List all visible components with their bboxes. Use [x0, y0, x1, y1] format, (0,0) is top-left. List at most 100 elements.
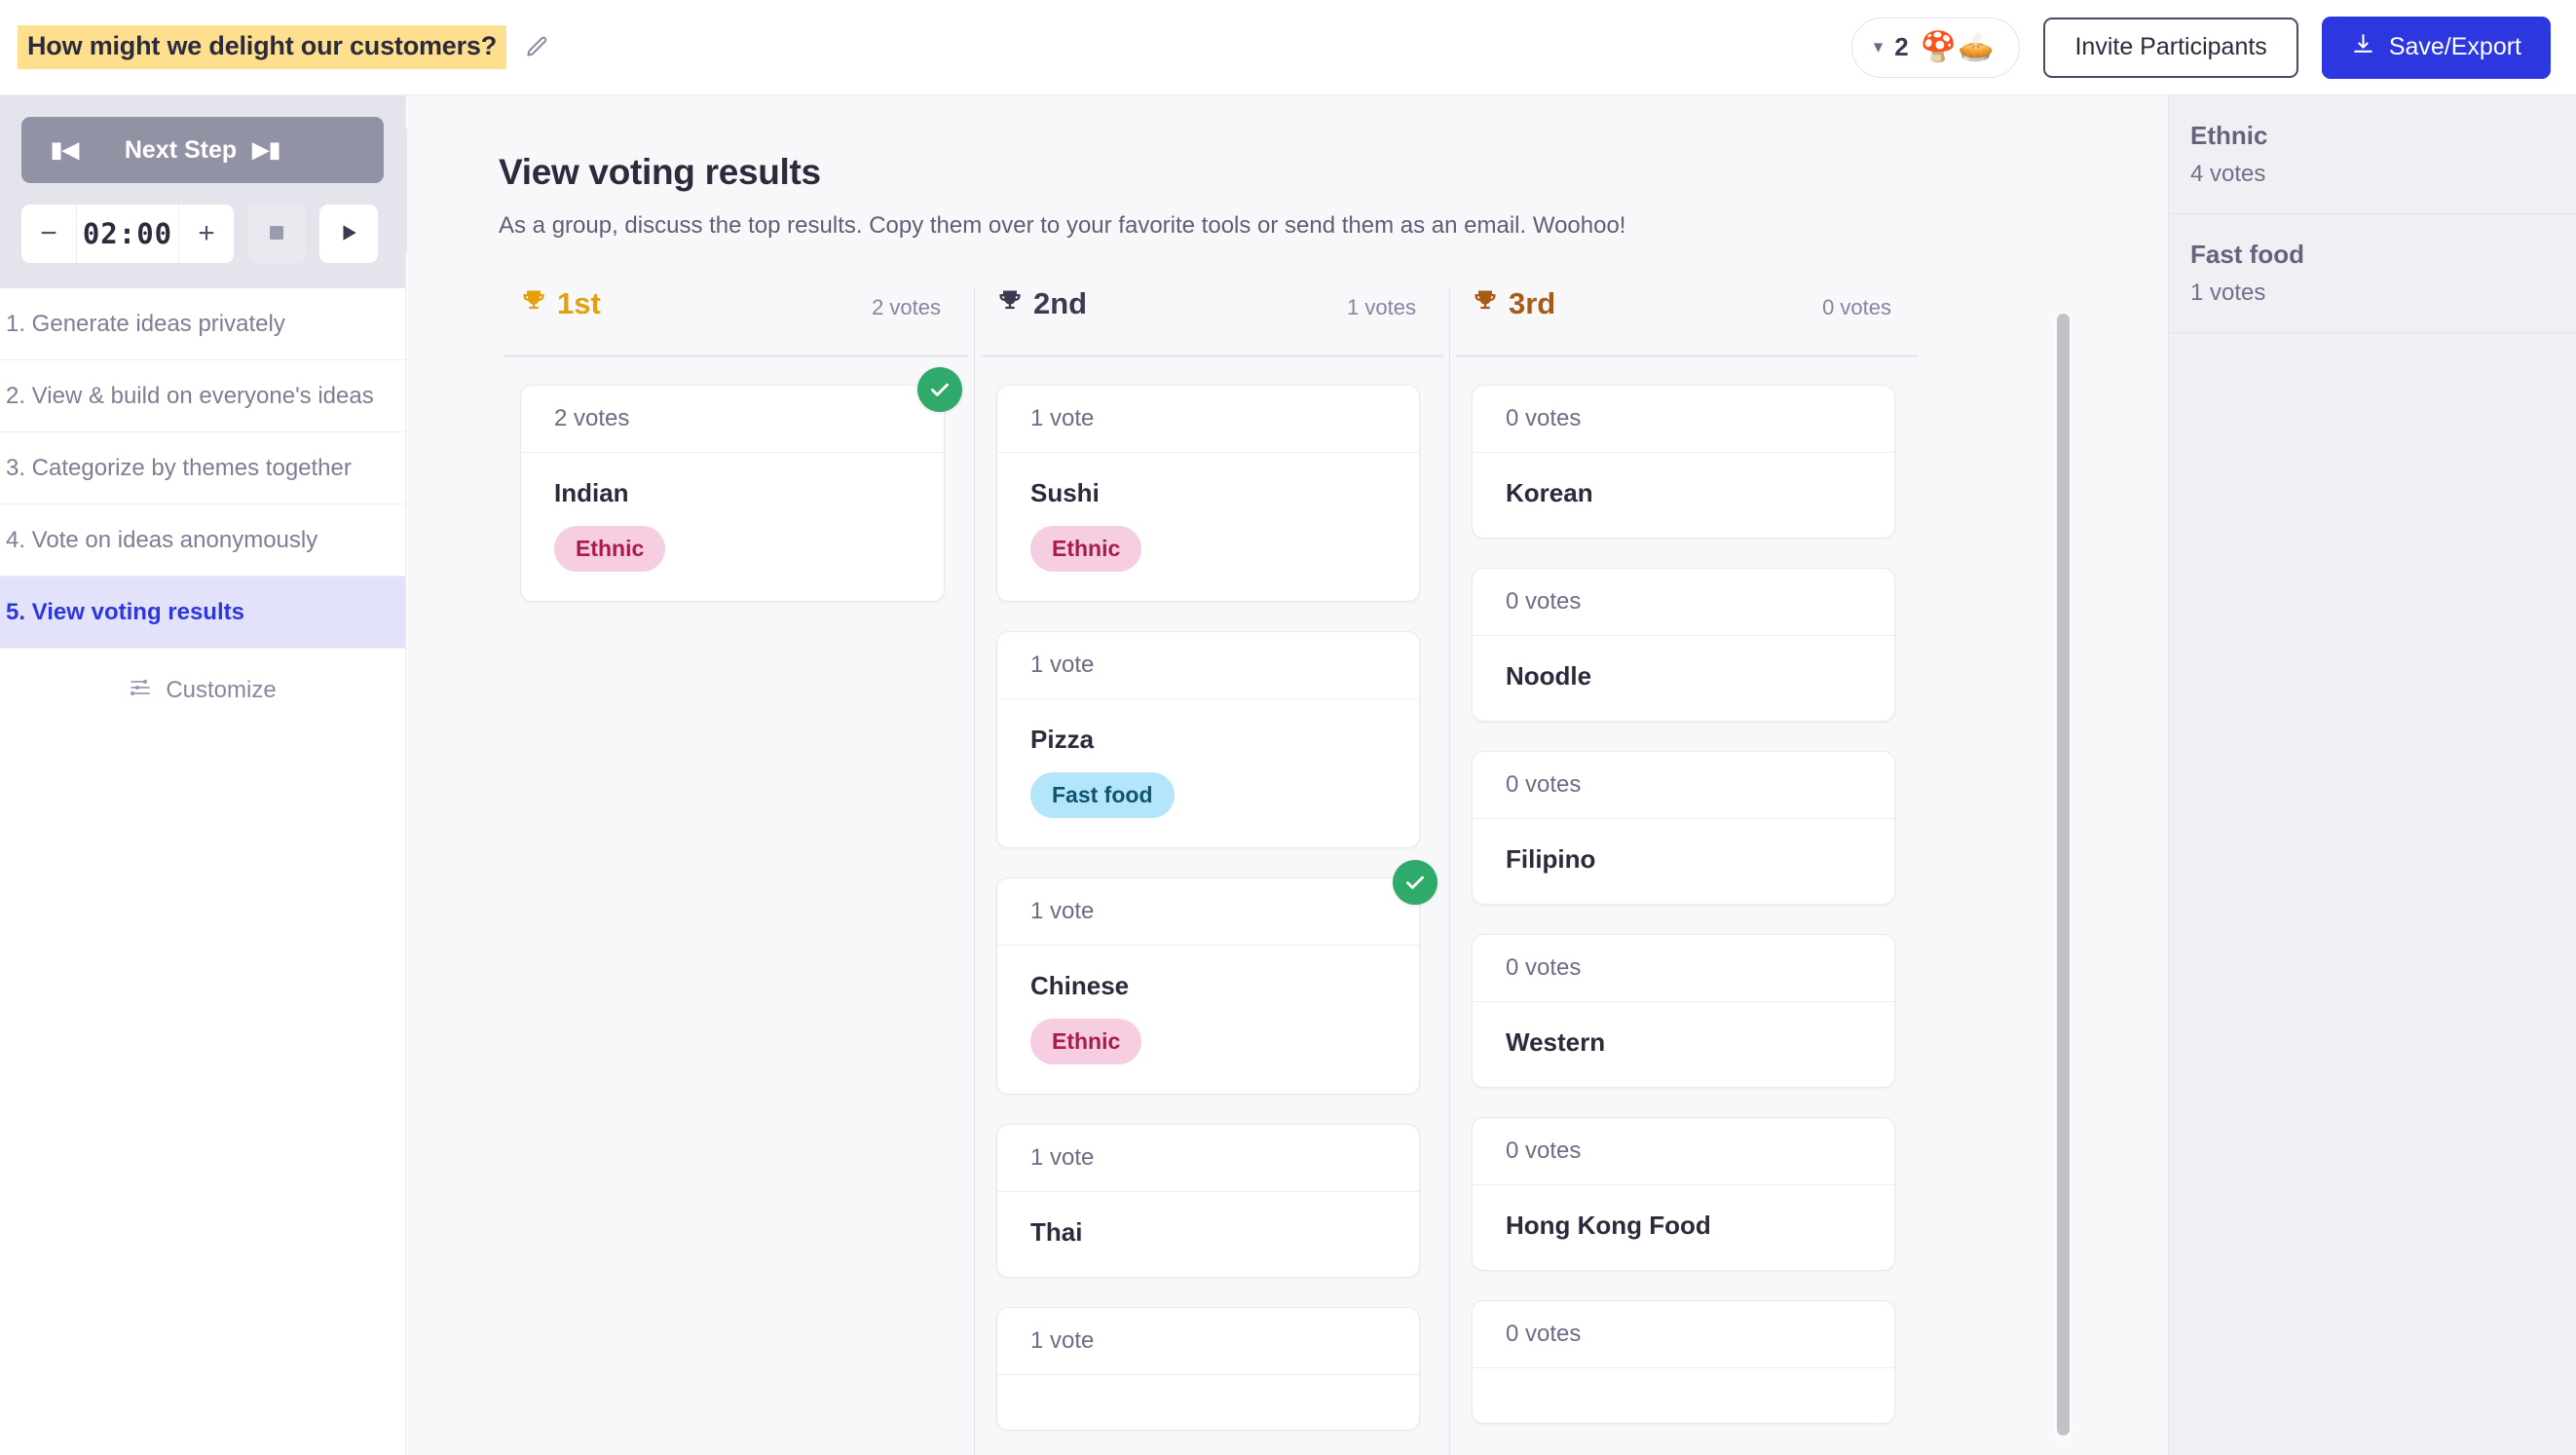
card-tag: Ethnic	[1030, 526, 1142, 572]
skip-previous-icon[interactable]: ▮◀	[51, 137, 79, 163]
play-icon	[338, 222, 359, 246]
card-body: Noodle	[1473, 636, 1894, 721]
timer-decrease-button[interactable]: −	[21, 205, 76, 263]
card-vote-count: 0 votes	[1473, 752, 1894, 819]
idea-card-wrapper: 1 vote	[996, 1307, 1420, 1431]
card-vote-count: 1 vote	[997, 878, 1419, 946]
column-header: 1st 2 votes	[499, 286, 974, 341]
avatar-group: 🍄 🥧	[1920, 30, 1995, 63]
idea-card-wrapper: 1 vote Sushi Ethnic	[996, 385, 1420, 602]
column-vote-count: 0 votes	[1822, 294, 1891, 319]
idea-card[interactable]: 2 votes Indian Ethnic	[520, 385, 945, 602]
card-title: Indian	[554, 478, 629, 507]
main-page-title: View voting results	[499, 152, 821, 192]
card-vote-count: 0 votes	[1473, 386, 1894, 453]
sidebar-item-step-1[interactable]: 1. Generate ideas privately	[0, 288, 405, 360]
main-page-subtitle: As a group, discuss the top results. Cop…	[499, 212, 1626, 239]
main-header: View voting results As a group, discuss …	[407, 95, 2168, 240]
sidebar-item-step-3[interactable]: 3. Categorize by themes together	[0, 432, 405, 504]
idea-card-wrapper: 0 votes Filipino	[1472, 751, 1895, 905]
step-list: 1. Generate ideas privately 2. View & bu…	[0, 288, 405, 649]
idea-card[interactable]: 1 vote Chinese Ethnic	[996, 877, 1420, 1095]
card-body: Indian Ethnic	[521, 453, 944, 601]
sidebar-item-step-4[interactable]: 4. Vote on ideas anonymously	[0, 504, 405, 577]
card-tag: Ethnic	[554, 526, 666, 572]
left-sidebar: ▮◀ Next Step ▶▮ − 02:00 + 1. Generate id…	[0, 95, 406, 1455]
idea-card[interactable]: 0 votes	[1472, 1300, 1895, 1424]
avatar: 🍄	[1920, 30, 1958, 63]
results-column: 1st 2 votes 2 votes Indian Ethnic	[499, 286, 974, 1455]
card-vote-count: 1 vote	[997, 1125, 1419, 1192]
sidebar-item-step-2[interactable]: 2. View & build on everyone's ideas	[0, 360, 405, 432]
timer-controls: − 02:00 +	[21, 205, 384, 263]
save-export-button[interactable]: Save/Export	[2321, 16, 2551, 79]
trophy-icon	[520, 287, 547, 321]
theme-name: Fast food	[2190, 240, 2304, 269]
next-step-button[interactable]: ▮◀ Next Step ▶▮	[21, 117, 384, 183]
idea-card[interactable]: 1 vote Thai	[996, 1124, 1420, 1278]
vertical-scrollbar[interactable]	[2054, 312, 2072, 1441]
timer-stop-button[interactable]	[247, 205, 306, 263]
theme-row[interactable]: Ethnic 4 votes	[2169, 95, 2576, 214]
idea-card-wrapper: 0 votes	[1472, 1300, 1895, 1424]
document-title-group: How might we delight our customers?	[18, 25, 549, 69]
rank-label: 2nd	[996, 286, 1087, 321]
top-bar: How might we delight our customers? ▾ 2 …	[0, 0, 2576, 95]
card-body: Thai	[997, 1192, 1419, 1277]
results-column: 2nd 1 votes 1 vote Sushi Ethnic 1 vote Pizza Fa…	[974, 286, 1449, 1455]
card-tag: Fast food	[1030, 772, 1175, 818]
card-list: 2 votes Indian Ethnic	[499, 357, 974, 602]
card-vote-count: 1 vote	[997, 632, 1419, 699]
sidebar-controls: ▮◀ Next Step ▶▮ − 02:00 +	[0, 95, 405, 288]
idea-card[interactable]: 1 vote Pizza Fast food	[996, 631, 1420, 848]
card-title: Thai	[1030, 1217, 1083, 1247]
next-step-label: Next Step	[124, 135, 238, 164]
idea-card[interactable]: 0 votes Noodle	[1472, 568, 1895, 722]
card-body: Western	[1473, 1002, 1894, 1087]
selected-check-icon	[1393, 860, 1437, 905]
stop-icon	[267, 223, 286, 245]
scrollbar-thumb[interactable]	[2057, 314, 2070, 1436]
customize-button[interactable]: Customize	[0, 649, 405, 732]
idea-card[interactable]: 0 votes Filipino	[1472, 751, 1895, 905]
idea-card[interactable]: 1 vote Sushi Ethnic	[996, 385, 1420, 602]
card-body	[1473, 1368, 1894, 1423]
themes-panel: Ethnic 4 votes Fast food 1 votes	[2168, 95, 2576, 1455]
idea-card[interactable]: 0 votes Hong Kong Food	[1472, 1117, 1895, 1271]
card-body: Sushi Ethnic	[997, 453, 1419, 601]
rank-text: 1st	[557, 286, 601, 320]
card-title: Pizza	[1030, 725, 1095, 754]
sidebar-item-step-5[interactable]: 5. View voting results	[0, 577, 405, 649]
card-title: Korean	[1506, 478, 1593, 507]
theme-row[interactable]: Fast food 1 votes	[2169, 214, 2576, 333]
idea-card[interactable]: 1 vote	[996, 1307, 1420, 1431]
card-vote-count: 1 vote	[997, 1308, 1419, 1375]
participants-count: 2	[1894, 32, 1909, 61]
card-title: Filipino	[1506, 844, 1596, 874]
column-header: 2nd 1 votes	[975, 286, 1449, 341]
idea-card-wrapper: 0 votes Noodle	[1472, 568, 1895, 722]
download-icon	[2351, 32, 2375, 63]
card-vote-count: 0 votes	[1473, 1118, 1894, 1185]
page-title[interactable]: How might we delight our customers?	[18, 25, 507, 69]
idea-card[interactable]: 0 votes Western	[1472, 934, 1895, 1088]
theme-name: Ethnic	[2190, 121, 2268, 150]
card-title: Hong Kong Food	[1506, 1211, 1711, 1240]
card-title: Chinese	[1030, 971, 1130, 1000]
invite-participants-button[interactable]: Invite Participants	[2043, 17, 2298, 78]
card-body: Filipino	[1473, 819, 1894, 904]
rank-text: 3rd	[1509, 286, 1556, 320]
timer-play-button[interactable]	[319, 205, 378, 263]
card-list: 1 vote Sushi Ethnic 1 vote Pizza Fast food 1 v…	[975, 357, 1449, 1431]
participants-pill[interactable]: ▾ 2 🍄 🥧	[1850, 17, 2021, 78]
column-vote-count: 1 votes	[1347, 294, 1416, 319]
pencil-icon[interactable]	[524, 35, 549, 60]
chevron-down-icon: ▾	[1873, 37, 1884, 57]
theme-vote-count: 1 votes	[2190, 280, 2266, 306]
idea-card[interactable]: 0 votes Korean	[1472, 385, 1895, 539]
timer-group: − 02:00 +	[21, 205, 234, 263]
card-vote-count: 0 votes	[1473, 1301, 1894, 1368]
card-list: 0 votes Korean 0 votes Noodle 0 votes Filipin…	[1450, 357, 1924, 1424]
timer-increase-button[interactable]: +	[179, 205, 234, 263]
skip-next-icon[interactable]: ▶▮	[252, 137, 280, 163]
